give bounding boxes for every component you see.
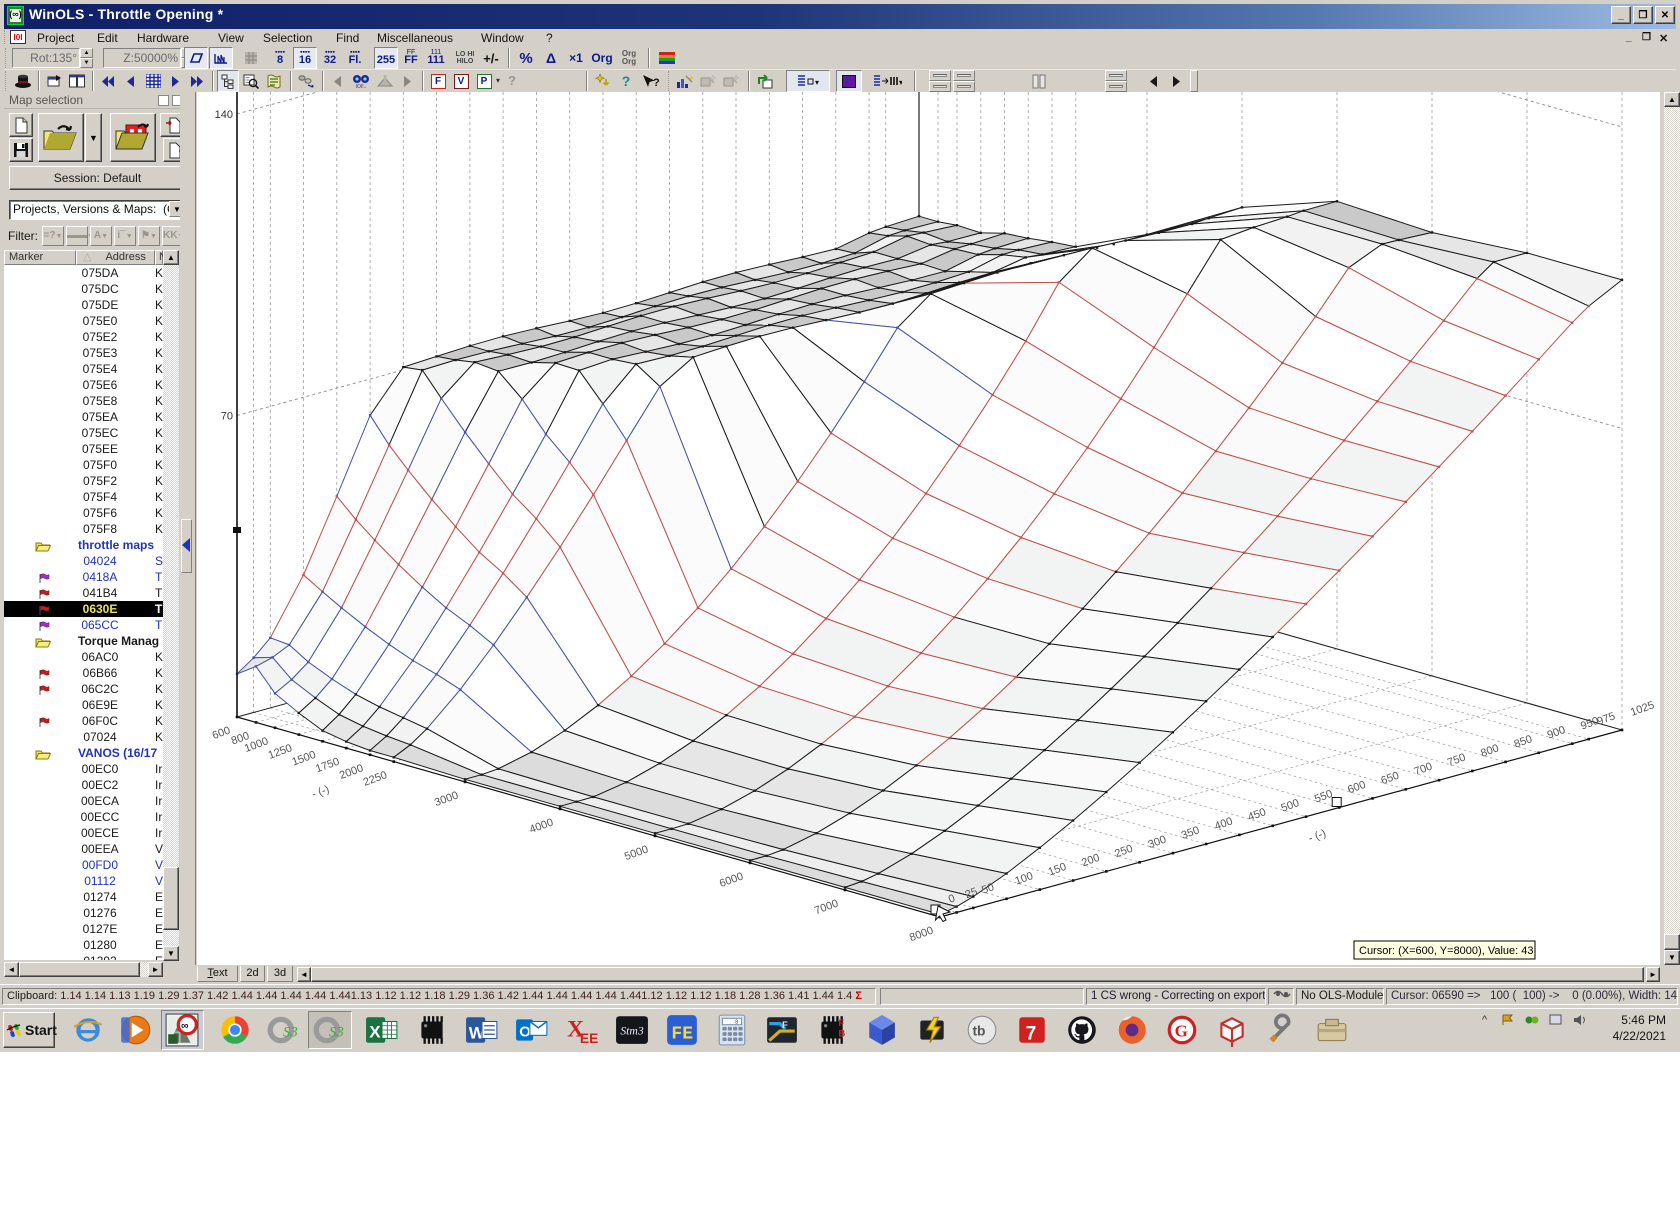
- svg-text:7: 7: [1026, 1024, 1037, 1045]
- svg-text:200: 200: [1080, 852, 1101, 870]
- svg-text:tb: tb: [972, 1022, 985, 1038]
- svg-text:1500: 1500: [290, 749, 317, 769]
- svg-text:850: 850: [1513, 733, 1534, 751]
- svg-text:900: 900: [1546, 724, 1567, 742]
- svg-text:2000: 2000: [338, 762, 365, 782]
- svg-text:2250: 2250: [362, 769, 389, 789]
- svg-text:S3: S3: [329, 1024, 344, 1040]
- svg-text:800: 800: [1479, 742, 1500, 760]
- svg-text:140: 140: [215, 109, 233, 121]
- svg-text:600: 600: [1346, 779, 1367, 797]
- svg-text:500: 500: [1280, 797, 1301, 815]
- svg-text:100: 100: [1013, 870, 1034, 888]
- svg-text:650: 650: [1379, 770, 1400, 788]
- svg-text:4000: 4000: [528, 816, 555, 836]
- svg-text:1750: 1750: [314, 756, 341, 776]
- svg-text:∞: ∞: [181, 1020, 189, 1032]
- svg-text:8000: 8000: [908, 925, 935, 945]
- svg-text:7000: 7000: [813, 898, 840, 918]
- svg-text:350: 350: [1180, 824, 1201, 842]
- svg-text:IOI!..: IOI!..: [356, 84, 367, 89]
- svg-text:O: O: [519, 1024, 531, 1040]
- svg-text:?: ?: [653, 77, 660, 89]
- svg-text:F: F: [782, 1020, 788, 1031]
- svg-text:70: 70: [221, 411, 233, 423]
- svg-text:▾: ▾: [815, 78, 819, 87]
- svg-text:5000: 5000: [623, 843, 650, 863]
- svg-text:400: 400: [1213, 815, 1234, 833]
- svg-text:EE: EE: [580, 1030, 598, 1046]
- svg-text:G: G: [1175, 1021, 1188, 1040]
- svg-text:3000: 3000: [433, 789, 460, 809]
- svg-text:300: 300: [1147, 834, 1168, 852]
- svg-text:6000: 6000: [718, 870, 745, 890]
- svg-text:X: X: [369, 1022, 381, 1041]
- svg-text:975: 975: [1596, 710, 1617, 728]
- svg-text:50: 50: [980, 881, 996, 896]
- svg-text:F: F: [838, 1018, 844, 1029]
- svg-text:550: 550: [1313, 788, 1334, 806]
- svg-text:600: 600: [211, 725, 232, 743]
- svg-text:1250: 1250: [267, 742, 294, 762]
- svg-text:B: B: [838, 1028, 845, 1039]
- svg-text:- (-): - (-): [1307, 827, 1328, 844]
- svg-text:Cursor: (X=600, Y=8000), Value: Cursor: (X=600, Y=8000), Value: 43: [1359, 945, 1533, 957]
- svg-text:150: 150: [1047, 861, 1068, 879]
- svg-text:S3: S3: [283, 1024, 298, 1040]
- svg-text:1025: 1025: [1629, 699, 1656, 719]
- svg-text:450: 450: [1246, 806, 1267, 824]
- svg-text:700: 700: [1413, 761, 1434, 779]
- svg-text:FE: FE: [671, 1025, 693, 1045]
- svg-text:▾: ▾: [899, 78, 902, 87]
- svg-text:8: 8: [735, 1020, 738, 1026]
- svg-text:250: 250: [1113, 843, 1134, 861]
- svg-text:- (-): - (-): [310, 784, 331, 801]
- svg-text:Stm3: Stm3: [620, 1024, 644, 1037]
- svg-text:750: 750: [1446, 751, 1467, 769]
